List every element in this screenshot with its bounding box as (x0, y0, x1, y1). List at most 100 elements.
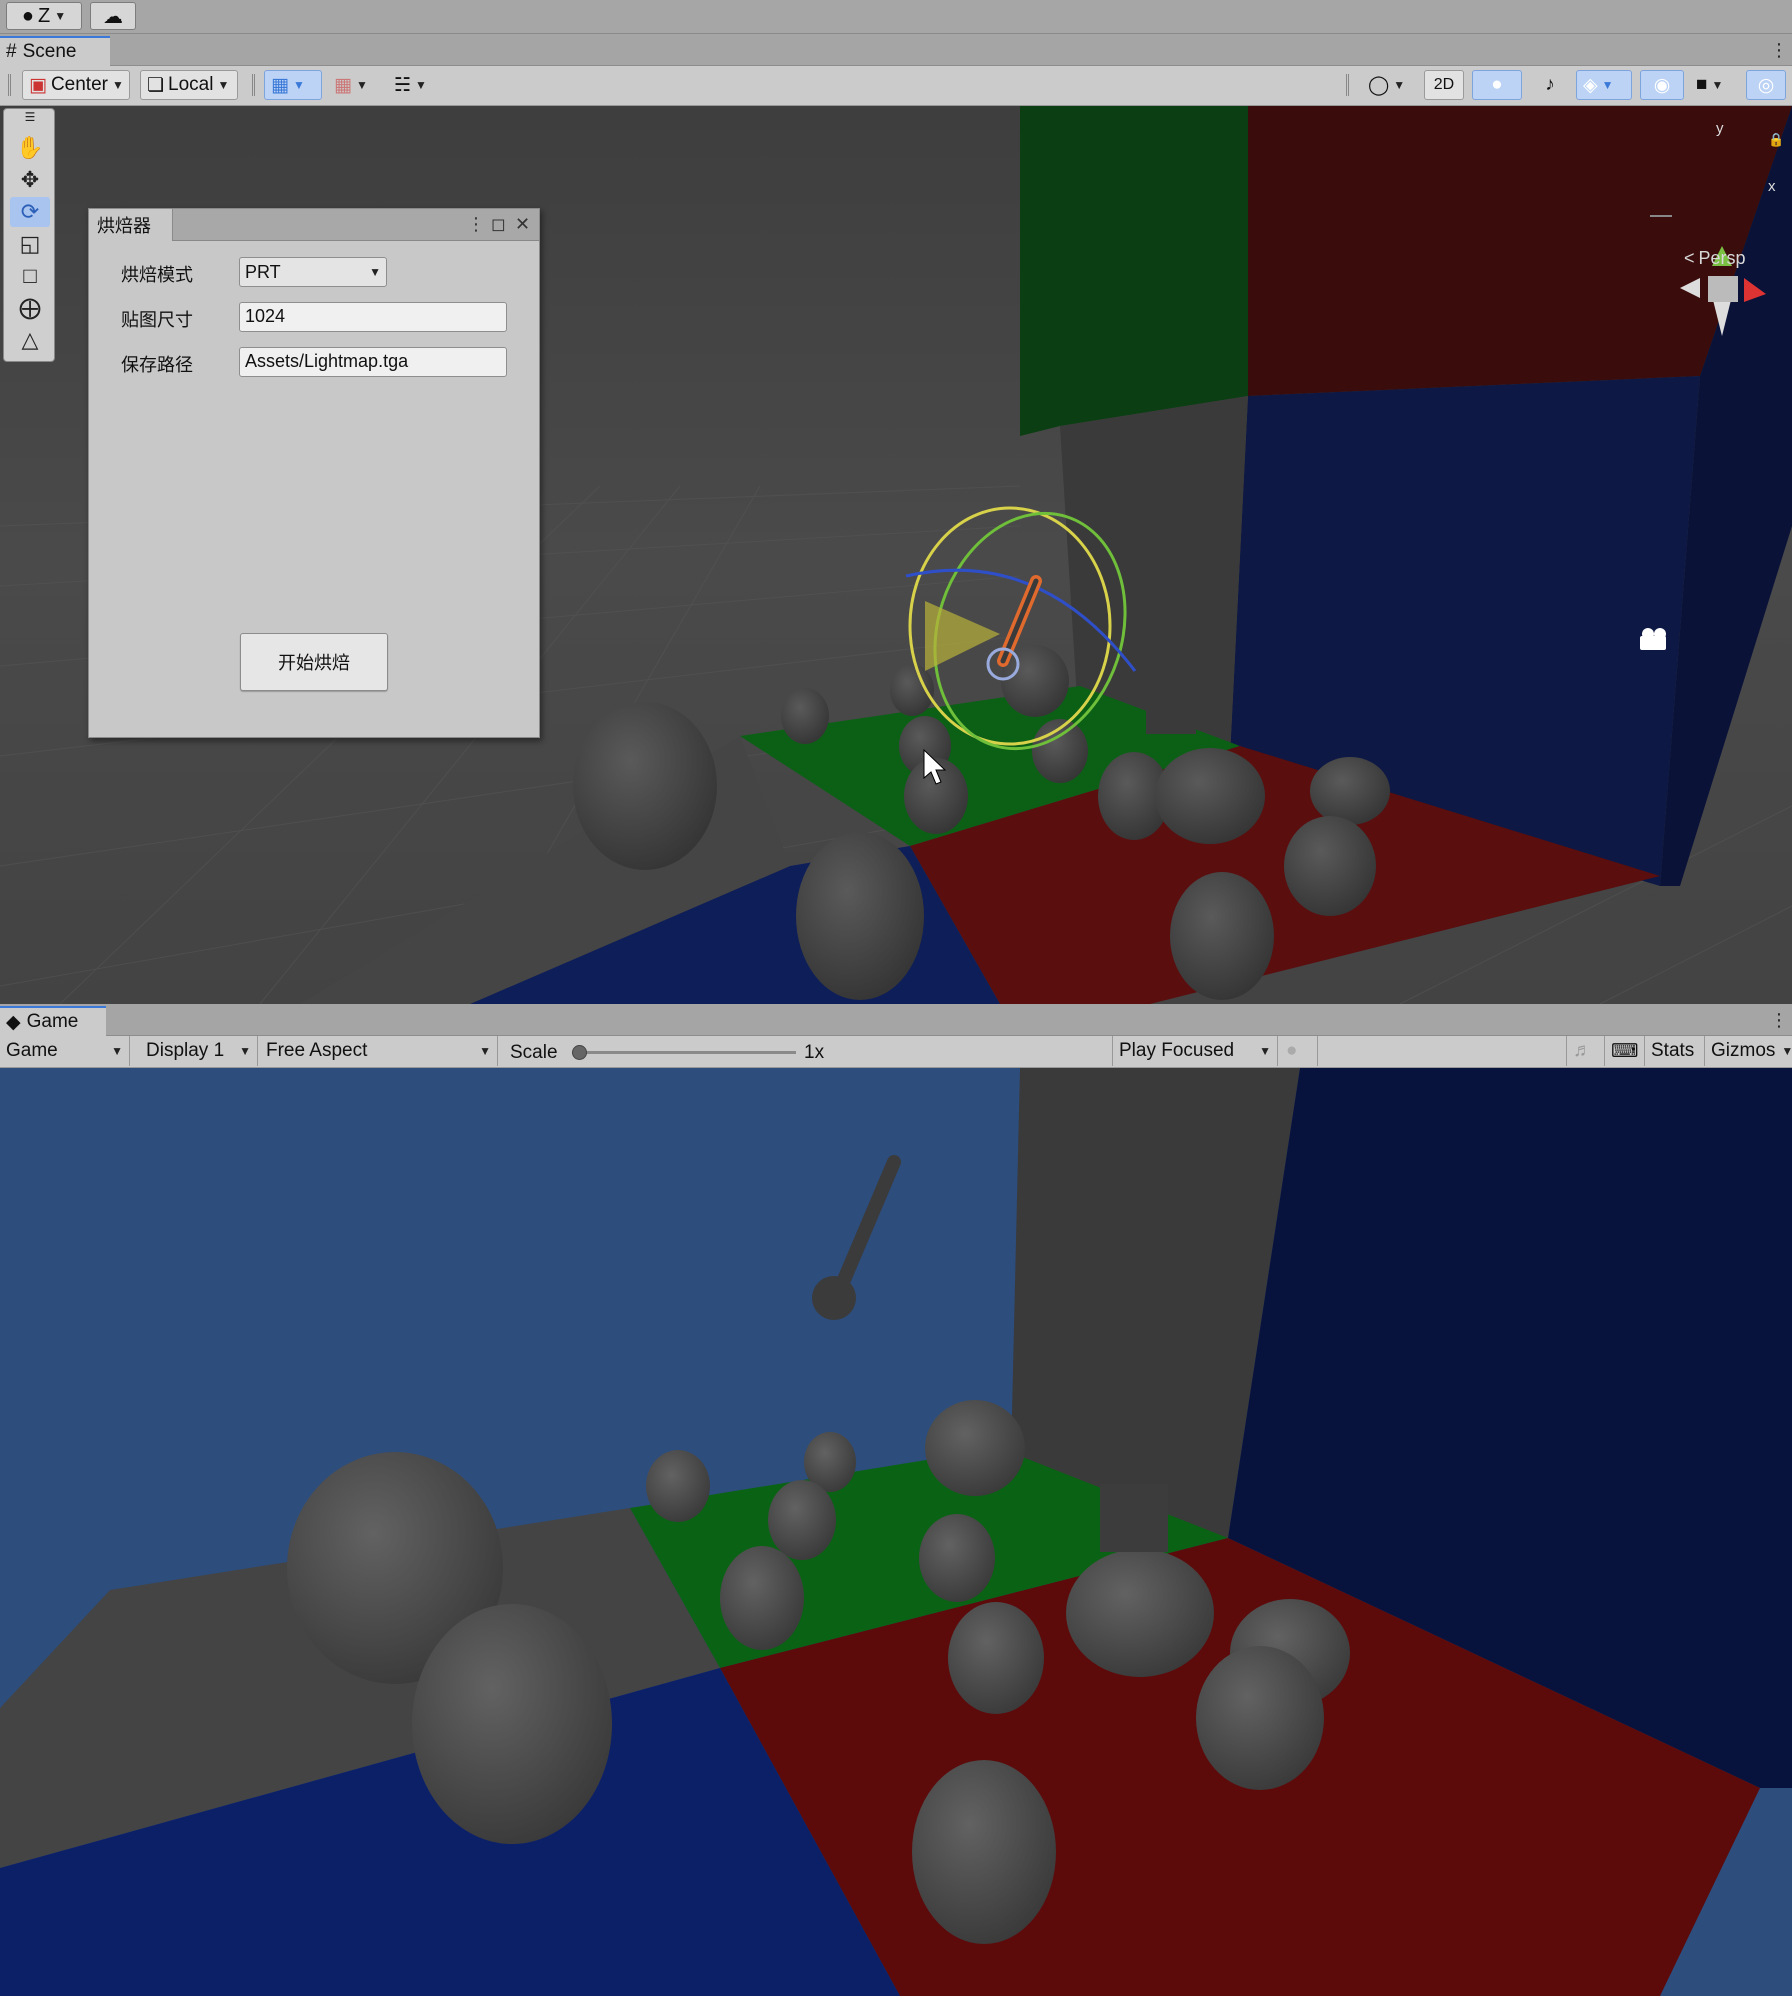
mode-2d-label: 2D (1433, 76, 1455, 93)
keyboard-shortcuts-toggle[interactable]: ⌨ (1604, 1036, 1642, 1066)
chevron-down-icon: ▼ (292, 78, 305, 92)
close-icon[interactable]: ✕ (515, 214, 530, 235)
game-toolbar: Game ▼ Display 1 ▼ Free Aspect ▼ Scale 1… (0, 1036, 1792, 1068)
rotate-tool-icon[interactable]: ⟳ (10, 197, 50, 227)
save-path-input[interactable]: Assets/Lightmap.tga (239, 347, 507, 377)
eye-slash-icon: ◉ (1653, 74, 1671, 96)
scale-label: Scale (510, 1042, 558, 1063)
top-bar: ● Z ▼ ☁ (0, 0, 1792, 34)
pivot-label: Center (50, 74, 108, 95)
lock-icon[interactable]: 🔒 (1768, 132, 1784, 148)
effects-dropdown[interactable]: ◈ ▼ (1576, 70, 1632, 100)
kebab-menu-icon[interactable]: ⋮ (1770, 1010, 1788, 1031)
audio-mute-icon: ♪ (1545, 74, 1555, 95)
chevron-down-icon: ▼ (239, 1044, 251, 1058)
kebab-menu-icon[interactable]: ⋮ (1770, 40, 1788, 61)
increment-snap-toggle[interactable]: ▦ ▼ (328, 70, 382, 100)
transform-tool-icon[interactable]: ⨁ (10, 293, 50, 323)
chevron-down-icon: ▼ (111, 78, 124, 92)
grid-snap-toggle[interactable]: ▦ ▼ (264, 70, 322, 100)
game-render (0, 1068, 1792, 1996)
audio-toggle[interactable]: ♪ (1530, 70, 1570, 100)
wall-green (1020, 106, 1248, 436)
palette-grip-icon[interactable]: ☰ (10, 110, 50, 124)
draw-mode-dropdown[interactable]: ◯ ▼ (1362, 70, 1412, 100)
persp-label: Persp (1698, 248, 1746, 268)
ruler-dropdown[interactable]: ☵ ▼ (388, 70, 446, 100)
game-tab-row: ◆ Game ⋮ (0, 1004, 1792, 1036)
game-view[interactable] (0, 1068, 1792, 1996)
mode-2d-toggle[interactable]: 2D (1424, 70, 1464, 100)
display-dropdown[interactable]: Display 1 ▼ (140, 1036, 258, 1066)
account-dropdown[interactable]: ● Z ▼ (6, 2, 82, 30)
pivot-dropdown[interactable]: ▣ Center ▼ (22, 70, 130, 100)
scale-tool-icon[interactable]: ◱ (10, 229, 50, 259)
chevron-left-icon: < (1684, 248, 1695, 268)
scale-slider-handle[interactable] (572, 1045, 587, 1060)
gamepad-icon: ◆ (6, 1011, 21, 1033)
chevron-down-icon: ▼ (1711, 78, 1724, 92)
projection-toggle[interactable]: < Persp (1684, 248, 1746, 269)
play-mode-dropdown[interactable]: Play Focused ▼ (1112, 1036, 1278, 1066)
maximize-icon[interactable]: ◻ (491, 214, 506, 235)
stats-toggle[interactable]: Stats (1644, 1036, 1704, 1066)
chevron-down-icon: ▼ (1259, 1044, 1271, 1058)
visibility-toggle[interactable]: ◉ (1640, 70, 1684, 100)
lighting-toggle[interactable]: ● (1472, 70, 1522, 100)
rect-tool-icon[interactable]: □ (10, 261, 50, 291)
baker-window-title: 烘焙器 (97, 216, 151, 236)
cloud-button[interactable]: ☁ (90, 2, 136, 30)
view-label: Game (6, 1040, 58, 1061)
texture-size-input[interactable]: 1024 (239, 302, 507, 332)
toolbar-separator (252, 74, 255, 96)
chevron-down-icon: ▼ (217, 78, 230, 92)
space-dropdown[interactable]: ❏ Local ▼ (140, 70, 238, 100)
texture-size-label: 贴图尺寸 (121, 310, 193, 330)
view-dropdown[interactable]: Game ▼ (0, 1036, 130, 1066)
tab-game[interactable]: ◆ Game (0, 1006, 106, 1036)
hand-tool-icon[interactable]: ✋ (10, 133, 50, 163)
gizmos-toggle[interactable]: Gizmos ▼ (1704, 1036, 1792, 1066)
stats-label: Stats (1651, 1040, 1695, 1061)
tab-scene-label: Scene (22, 41, 77, 62)
frame-debugger-toggle[interactable]: ● (1280, 1036, 1318, 1066)
save-path-label: 保存路径 (121, 355, 193, 375)
tab-scene[interactable]: # Scene (0, 36, 110, 66)
snap-icon: ▦ (334, 74, 352, 96)
ruler-icon: ☵ (394, 74, 412, 96)
account-icon: ● (21, 4, 34, 27)
aspect-dropdown[interactable]: Free Aspect ▼ (260, 1036, 498, 1066)
baker-window-tab[interactable]: 烘焙器 (89, 209, 173, 241)
effects-icon: ◈ (1583, 74, 1598, 96)
gizmos-label: Gizmos (1711, 1040, 1776, 1061)
chevron-down-icon: ▼ (355, 78, 368, 92)
scale-slider-track[interactable] (572, 1051, 796, 1054)
toolbar-separator (1346, 74, 1349, 96)
bake-mode-select[interactable]: PRT ▼ (239, 257, 387, 287)
gizmo-axis-x-label: x (1768, 178, 1776, 195)
speaker-icon: ♬ (1573, 1040, 1592, 1061)
chevron-down-icon: ▼ (479, 1044, 491, 1058)
camera-object-icon (1640, 628, 1666, 650)
chevron-down-icon: ▼ (1601, 78, 1614, 92)
move-tool-icon[interactable]: ✥ (10, 165, 50, 195)
camera-dropdown[interactable]: ■ ▼ (1690, 70, 1740, 100)
gizmos-dropdown[interactable]: ◎ (1746, 70, 1786, 100)
bake-mode-label: 烘焙模式 (121, 265, 193, 285)
custom-tool-icon[interactable]: △ (10, 325, 50, 355)
mute-audio-toggle[interactable]: ♬ (1566, 1036, 1602, 1066)
chevron-down-icon: ▼ (415, 78, 427, 92)
display-label: Display 1 (146, 1040, 225, 1061)
lightbulb-icon: ● (1491, 74, 1503, 95)
cube-icon: ❏ (147, 74, 165, 96)
space-label: Local (168, 74, 214, 95)
chevron-down-icon: ▼ (111, 1044, 123, 1058)
start-bake-button[interactable]: 开始烘焙 (240, 633, 388, 691)
globe-icon: ◎ (1757, 74, 1775, 96)
grid-icon: ▦ (271, 74, 289, 96)
camera-icon: ■ (1696, 74, 1708, 95)
chevron-down-icon: ▼ (1393, 78, 1406, 92)
kebab-menu-icon[interactable]: ⋮ (467, 214, 485, 235)
cloud-icon: ☁ (103, 5, 123, 28)
chevron-down-icon: ▼ (54, 9, 67, 23)
